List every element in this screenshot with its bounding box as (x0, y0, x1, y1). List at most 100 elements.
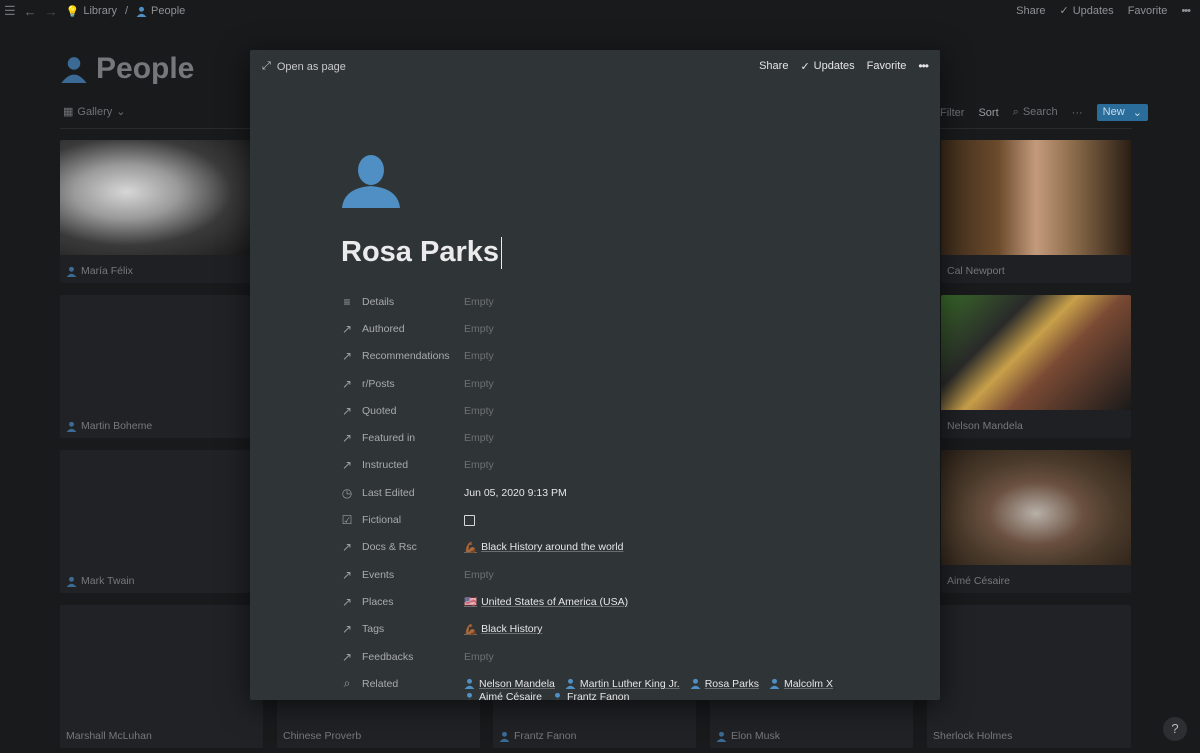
property-places[interactable]: ↗ Places 🇺🇸 United States of America (USA… (340, 588, 920, 615)
properties-list: ≡ Details Empty ↗ Authored Empty ↗ Recommen… (340, 288, 920, 697)
person-icon (136, 6, 147, 17)
property-featured-in[interactable]: ↗ Featured in Empty (340, 424, 920, 451)
card-title: Frantz Fanon (499, 730, 576, 742)
modal-header: ⤢ Open as page Share ✓ Updates Favorite … (250, 50, 940, 82)
more-options-icon[interactable]: ••• (918, 59, 929, 73)
property-rposts[interactable]: ↗ r/Posts Empty (340, 370, 920, 397)
property-last-edited[interactable]: ◷ Last Edited Jun 05, 2020 9:13 PM (340, 479, 920, 506)
property-instructed[interactable]: ↗ Instructed Empty (340, 452, 920, 479)
more-options-icon[interactable]: ••• (1181, 5, 1191, 17)
property-related[interactable]: ⌕ Related Nelson Mandela Martin Luther Ki… (340, 670, 920, 697)
relation-link[interactable]: Nelson Mandela (464, 678, 555, 690)
updates-button[interactable]: ✓ Updates (800, 60, 854, 73)
property-events[interactable]: ↗ Events Empty (340, 561, 920, 588)
relation-arrow-icon: ↗ (341, 403, 353, 418)
card-title: Mark Twain (66, 575, 135, 587)
database-actions: Filter Sort ⌕ Search ··· New ⌄ (940, 104, 1148, 121)
card-title: Chinese Proverb (283, 730, 362, 742)
gallery-card[interactable]: Aimé Césaire (941, 450, 1131, 593)
relation-link[interactable]: 🇺🇸 United States of America (USA) (464, 595, 628, 609)
card-title: Marshall McLuhan (66, 730, 152, 742)
person-icon[interactable] (340, 150, 402, 212)
top-bar: ☰ ← → 💡 Library / People Share ✓ Updates… (0, 0, 1200, 22)
favorite-button[interactable]: Favorite (867, 60, 907, 72)
sort-button[interactable]: Sort (978, 107, 998, 119)
relation-arrow-icon: ↗ (341, 622, 353, 637)
person-icon (467, 692, 472, 700)
breadcrumb-people[interactable]: People (136, 5, 185, 17)
card-photo (941, 450, 1131, 565)
property-details[interactable]: ≡ Details Empty (340, 288, 920, 315)
back-arrow-icon[interactable]: ← (24, 4, 37, 19)
card-title: Sherlock Holmes (933, 730, 1013, 742)
relation-link[interactable]: Malcolm X (769, 678, 833, 690)
search-icon: ⌕ (1012, 106, 1019, 118)
share-button[interactable]: Share (1016, 5, 1045, 17)
person-icon (66, 421, 77, 432)
related-links: Nelson Mandela Martin Luther King Jr. Ro… (464, 678, 833, 690)
relation-link[interactable]: Frantz Fanon (552, 691, 629, 700)
relation-arrow-icon: ↗ (341, 349, 353, 364)
gallery-icon: ▦ (63, 106, 74, 118)
person-icon (499, 731, 510, 742)
open-as-page-button[interactable]: ⤢ Open as page (262, 60, 346, 73)
card-title: Nelson Mandela (947, 420, 1023, 432)
favorite-button[interactable]: Favorite (1128, 5, 1168, 17)
help-button[interactable]: ? (1163, 717, 1187, 741)
person-icon (66, 576, 77, 587)
card-photo (60, 140, 250, 255)
relation-arrow-icon: ↗ (341, 321, 353, 336)
relation-link[interactable]: Martin Luther King Jr. (565, 678, 680, 690)
relation-arrow-icon: ↗ (341, 540, 353, 555)
gallery-card[interactable]: María Félix (60, 140, 250, 283)
card-title: Cal Newport (947, 265, 1005, 277)
search-button[interactable]: ⌕ Search (1013, 106, 1058, 119)
card-title: María Félix (66, 265, 133, 277)
relation-link[interactable]: Aimé Césaire (464, 691, 542, 700)
gallery-card[interactable]: Cal Newport (941, 140, 1131, 283)
relation-link[interactable]: Rosa Parks (690, 678, 759, 690)
relation-link[interactable]: 💪🏾 Black History (464, 623, 542, 636)
text-lines-icon: ≡ (343, 294, 351, 309)
property-docs-rsc[interactable]: ↗ Docs & Rsc 💪🏾 Black History around the … (340, 534, 920, 561)
property-quoted[interactable]: ↗ Quoted Empty (340, 397, 920, 424)
property-fictional[interactable]: ☑ Fictional (340, 506, 920, 533)
property-recommendations[interactable]: ↗ Recommendations Empty (340, 343, 920, 370)
card-title: Martin Boheme (66, 420, 152, 432)
view-selector[interactable]: ▦ Gallery ⌄ (63, 105, 125, 119)
gallery-card[interactable]: Nelson Mandela (941, 295, 1131, 438)
page-title[interactable]: Rosa Parks (341, 236, 502, 269)
page-title: People (60, 52, 194, 86)
card-photo (941, 140, 1131, 255)
forward-arrow-icon[interactable]: → (45, 4, 58, 19)
flexed-biceps-icon: 💪🏾 (464, 623, 478, 636)
property-authored[interactable]: ↗ Authored Empty (340, 315, 920, 342)
text-cursor (501, 236, 502, 269)
breadcrumb-library[interactable]: 💡 Library (66, 5, 117, 18)
relation-arrow-icon: ↗ (341, 567, 353, 582)
more-icon[interactable]: ··· (1072, 107, 1083, 119)
filter-button[interactable]: Filter (940, 107, 964, 119)
fictional-checkbox[interactable] (464, 514, 475, 526)
relation-link[interactable]: 💪🏾 Black History around the world (464, 541, 623, 554)
gallery-card[interactable]: Marshall McLuhan (60, 605, 263, 748)
updates-button[interactable]: ✓ Updates (1059, 4, 1113, 18)
property-feedbacks[interactable]: ↗ Feedbacks Empty (340, 643, 920, 670)
person-icon (555, 692, 561, 700)
gallery-card[interactable]: Mark Twain (60, 450, 250, 593)
menu-icon[interactable]: ☰ (4, 3, 16, 19)
card-title: Elon Musk (716, 730, 780, 742)
person-icon (690, 679, 701, 690)
card-title: Aimé Césaire (947, 575, 1011, 587)
lightbulb-icon: 💡 (65, 5, 80, 18)
gallery-card[interactable]: Sherlock Holmes (927, 605, 1131, 748)
person-icon (716, 731, 727, 742)
related-links-row-2: Aimé Césaire Frantz Fanon (464, 691, 629, 700)
new-button[interactable]: New ⌄ (1096, 104, 1148, 121)
relation-arrow-icon: ↗ (341, 431, 353, 446)
property-tags[interactable]: ↗ Tags 💪🏾 Black History (340, 616, 920, 643)
gallery-card[interactable]: Martin Boheme (60, 295, 250, 438)
checkmark-icon: ✓ (800, 60, 810, 73)
share-button[interactable]: Share (759, 60, 788, 72)
checkmark-icon: ✓ (1059, 5, 1069, 17)
